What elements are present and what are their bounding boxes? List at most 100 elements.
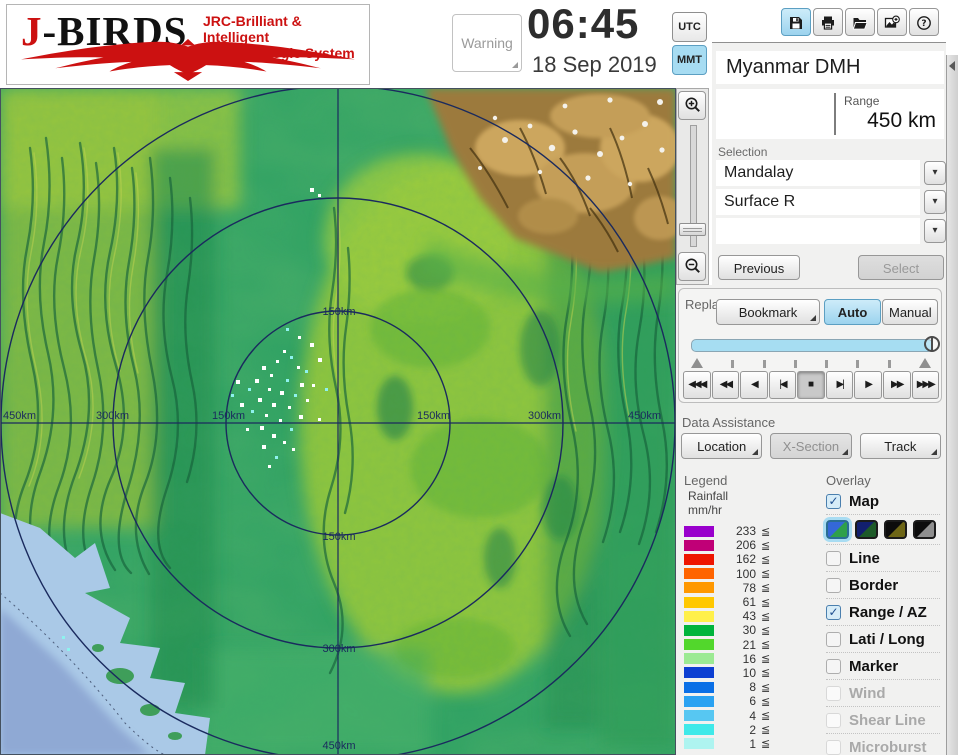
replay-timeline-slider[interactable] xyxy=(691,336,940,352)
manual-button[interactable]: Manual xyxy=(882,299,938,325)
selection-field[interactable]: Mandalay xyxy=(716,160,920,186)
dropdown-arrow-button[interactable]: ▾ xyxy=(924,190,946,214)
checkbox[interactable] xyxy=(826,739,841,755)
dropdown-arrow-button[interactable]: ▾ xyxy=(924,161,946,185)
playback-button[interactable]: ◀ xyxy=(740,371,768,399)
playback-button[interactable]: ▶| xyxy=(825,371,854,399)
playback-button[interactable]: ▶▶ xyxy=(882,371,911,399)
map-style-swatch[interactable] xyxy=(855,520,878,539)
map-style-swatch[interactable] xyxy=(913,520,936,539)
legend-color-swatch xyxy=(684,624,714,636)
map-style-swatches xyxy=(826,515,940,545)
panel-splitter[interactable] xyxy=(946,55,958,755)
timezone-utc-button[interactable]: UTC xyxy=(672,12,707,42)
lte-symbol: ≦ xyxy=(761,737,771,751)
checkbox[interactable] xyxy=(826,685,841,701)
tick xyxy=(887,360,891,368)
clock-time: 06:45 xyxy=(527,0,640,47)
map-checkbox[interactable] xyxy=(826,493,841,509)
checkbox[interactable] xyxy=(826,577,841,593)
zoom-out-icon xyxy=(685,258,700,273)
selection-field[interactable] xyxy=(716,218,920,244)
overlay-item-label: Microburst xyxy=(849,738,927,755)
legend-row: 30 ≦ xyxy=(684,623,804,637)
checkbox[interactable] xyxy=(826,712,841,728)
overlay-item[interactable]: Line xyxy=(826,545,940,572)
map-style-swatch[interactable] xyxy=(826,520,849,539)
select-button[interactable]: Select xyxy=(858,255,944,280)
overlay-item[interactable]: Border xyxy=(826,572,940,599)
checkbox[interactable] xyxy=(826,604,841,620)
playback-button[interactable]: ◀◀◀ xyxy=(683,371,711,399)
map-style-swatch[interactable] xyxy=(884,520,907,539)
legend-row: 10 ≦ xyxy=(684,666,804,680)
legend-row: 162 ≦ xyxy=(684,552,804,566)
print-button[interactable] xyxy=(813,8,843,36)
overlay-item[interactable]: Shear Line xyxy=(826,707,940,734)
collapse-panel-icon[interactable] xyxy=(949,61,955,71)
overlay-item-map[interactable]: Map xyxy=(826,488,940,515)
dropdown-arrow-button[interactable]: ▾ xyxy=(924,219,946,243)
data-assistance-button[interactable]: Track xyxy=(859,433,941,459)
previous-button[interactable]: Previous xyxy=(718,255,800,280)
legend-unit-line1: Rainfall xyxy=(688,489,729,503)
tick xyxy=(793,360,797,368)
zoom-slider-thumb[interactable] xyxy=(679,223,706,236)
selection-field[interactable]: Surface R xyxy=(716,189,920,215)
data-assistance-button[interactable]: X-Section xyxy=(770,433,852,459)
legend-value: 30 xyxy=(742,623,756,638)
overlay-item[interactable]: Lati / Long xyxy=(826,626,940,653)
playback-controls: ◀◀◀ ◀◀ ◀ |◀ ■ ▶| ▶ ▶▶ ▶▶▶ xyxy=(683,371,940,399)
playback-button[interactable]: |◀ xyxy=(768,371,797,399)
playback-button[interactable]: ▶ xyxy=(854,371,882,399)
legend-value: 8 xyxy=(749,680,756,695)
auto-button[interactable]: Auto xyxy=(824,299,881,325)
range-value: 450 km xyxy=(867,109,936,132)
data-assistance-button[interactable]: Location xyxy=(681,433,763,459)
lte-symbol: ≦ xyxy=(761,680,771,694)
open-file-button[interactable] xyxy=(845,8,875,36)
svg-text:300km: 300km xyxy=(96,410,129,422)
map-zoom-control xyxy=(676,88,709,285)
overlay-title: Overlay xyxy=(826,473,871,488)
legend-row: 61 ≦ xyxy=(684,595,804,609)
svg-text:300km: 300km xyxy=(322,643,355,655)
overlay-item[interactable]: Marker xyxy=(826,653,940,680)
data-assistance-label: Data Assistance xyxy=(682,415,776,430)
selection-row: Mandalay ▾ xyxy=(716,160,946,186)
svg-text:450km: 450km xyxy=(322,740,355,752)
legend-value: 162 xyxy=(735,552,756,567)
help-button[interactable]: ? xyxy=(909,8,939,36)
overlay-item[interactable]: Microburst xyxy=(826,734,940,755)
lte-symbol: ≦ xyxy=(761,623,771,637)
playback-button[interactable]: ◀◀ xyxy=(711,371,740,399)
radar-map[interactable]: 450km 300km 150km 150km 300km 450km 150k… xyxy=(0,85,686,755)
playback-button[interactable]: ▶▶▶ xyxy=(911,371,940,399)
timezone-mmt-button[interactable]: MMT xyxy=(672,45,707,75)
zoom-out-button[interactable] xyxy=(678,252,706,281)
overlay-item[interactable]: Wind xyxy=(826,680,940,707)
range-end-marker[interactable] xyxy=(918,358,931,368)
save-button[interactable] xyxy=(781,8,811,36)
checkbox[interactable] xyxy=(826,631,841,647)
checkbox[interactable] xyxy=(826,550,841,566)
tick xyxy=(762,360,766,368)
lte-symbol: ≦ xyxy=(761,652,771,666)
zoom-in-button[interactable] xyxy=(678,91,706,120)
overlay-item[interactable]: Range / AZ xyxy=(826,599,940,626)
add-image-button[interactable] xyxy=(877,8,907,36)
clock-date: 18 Sep 2019 xyxy=(532,52,657,77)
range-start-marker[interactable] xyxy=(691,358,703,368)
checkbox[interactable] xyxy=(826,658,841,674)
legend-value: 206 xyxy=(735,538,756,553)
bookmark-button[interactable]: Bookmark xyxy=(716,299,820,325)
legend-value: 43 xyxy=(742,609,756,624)
replay-group: Replay Bookmark Auto Manual ◀◀◀ ◀◀ ◀ |◀ … xyxy=(678,288,942,403)
warning-button[interactable]: Warning xyxy=(452,14,522,72)
playback-button[interactable]: ■ xyxy=(797,371,825,399)
legend-unit-line2: mm/hr xyxy=(688,503,722,517)
slider-ticks xyxy=(691,356,931,368)
lte-symbol: ≦ xyxy=(761,723,771,737)
legend-row: 2 ≦ xyxy=(684,723,804,737)
slider-thumb[interactable] xyxy=(924,336,940,352)
